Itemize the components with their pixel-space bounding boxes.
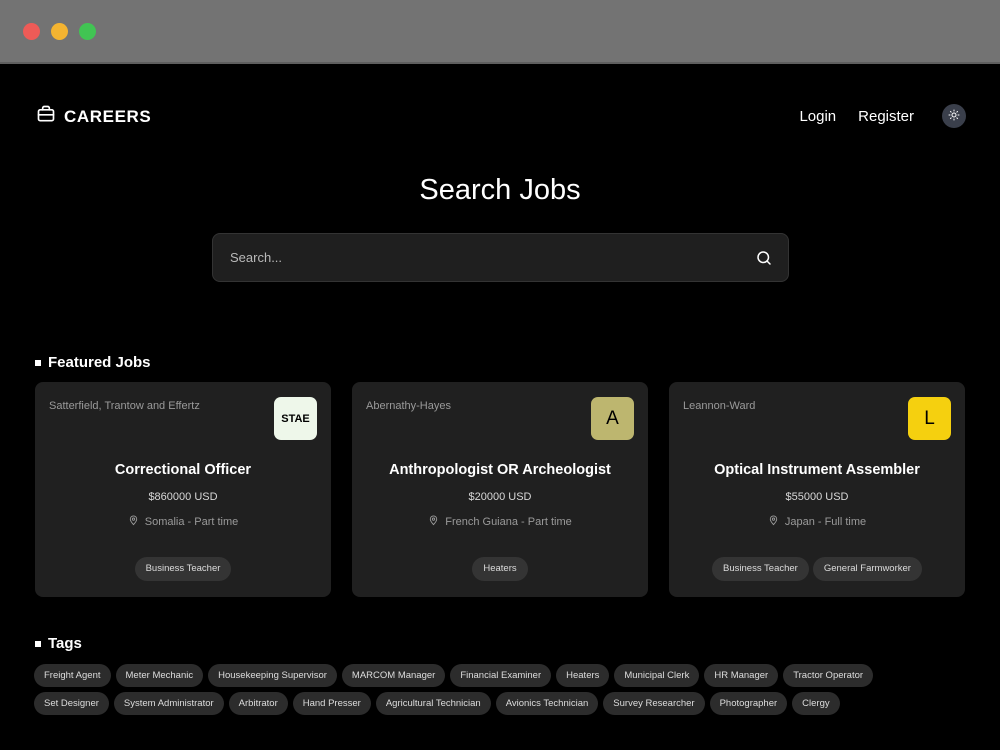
minimize-window-button[interactable] xyxy=(51,23,68,40)
map-pin-icon xyxy=(768,515,779,529)
tag-chip[interactable]: Housekeeping Supervisor xyxy=(208,664,337,687)
company-logo: L xyxy=(908,397,951,440)
login-link[interactable]: Login xyxy=(799,108,836,125)
tag-chip[interactable]: Avionics Technician xyxy=(495,692,599,715)
featured-jobs-heading: Featured Jobs xyxy=(35,354,151,371)
job-title[interactable]: Correctional Officer xyxy=(35,462,331,478)
tag-chip[interactable]: Meter Mechanic xyxy=(115,664,204,687)
search-bar xyxy=(212,233,789,282)
job-tag[interactable]: Business Teacher xyxy=(134,557,232,581)
tags-row: Freight Agent Meter Mechanic Housekeepin… xyxy=(34,664,974,687)
tag-chip[interactable]: Heaters xyxy=(556,664,610,687)
tag-chip[interactable]: Tractor Operator xyxy=(783,664,874,687)
close-window-button[interactable] xyxy=(23,23,40,40)
map-pin-icon xyxy=(428,515,439,529)
square-bullet-icon xyxy=(35,359,41,366)
tags-title: Tags xyxy=(48,635,82,652)
job-location: Somalia - Part time xyxy=(35,515,331,529)
square-bullet-icon xyxy=(35,640,41,647)
tags-row: Set Designer System Administrator Arbitr… xyxy=(34,692,974,715)
job-location-text: Somalia - Part time xyxy=(144,516,239,528)
theme-toggle-button[interactable] xyxy=(942,104,966,128)
tag-chip[interactable]: Photographer xyxy=(709,692,788,715)
tags-list: Freight Agent Meter Mechanic Housekeepin… xyxy=(34,664,974,720)
top-nav: Login Register xyxy=(799,104,966,128)
search-icon[interactable] xyxy=(754,248,774,268)
tag-chip[interactable]: Survey Researcher xyxy=(603,692,705,715)
job-card[interactable]: Abernathy-Hayes A Anthropologist OR Arch… xyxy=(352,382,648,597)
tag-chip[interactable]: Arbitrator xyxy=(228,692,288,715)
brand-logo[interactable]: CAREERS xyxy=(36,104,151,129)
job-title[interactable]: Optical Instrument Assembler xyxy=(669,462,965,478)
tags-heading: Tags xyxy=(35,635,82,652)
job-tag[interactable]: Business Teacher xyxy=(712,557,809,581)
job-tags: Heaters xyxy=(352,557,648,581)
company-name: Leannon-Ward xyxy=(683,400,756,412)
featured-jobs-title: Featured Jobs xyxy=(48,354,151,371)
job-salary: $20000 USD xyxy=(468,491,532,503)
tag-chip[interactable]: Freight Agent xyxy=(34,664,111,687)
company-name: Satterfield, Trantow and Effertz xyxy=(49,400,200,412)
map-pin-icon xyxy=(128,515,139,529)
briefcase-icon xyxy=(36,104,56,129)
tag-chip[interactable]: System Administrator xyxy=(113,692,224,715)
tag-chip[interactable]: MARCOM Manager xyxy=(341,664,446,687)
maximize-window-button[interactable] xyxy=(79,23,96,40)
job-card[interactable]: Satterfield, Trantow and Effertz STAE Co… xyxy=(35,382,331,597)
job-tags: Business Teacher General Farmworker xyxy=(669,557,965,581)
tag-chip[interactable]: Agricultural Technician xyxy=(375,692,491,715)
tag-chip[interactable]: Municipal Clerk xyxy=(614,664,700,687)
job-location: Japan - Full time xyxy=(669,515,965,529)
search-input[interactable] xyxy=(230,250,754,265)
brand-name: CAREERS xyxy=(64,106,152,126)
window-titlebar xyxy=(0,0,1000,64)
register-link[interactable]: Register xyxy=(858,108,914,125)
job-salary: $55000 USD xyxy=(785,491,849,503)
company-logo: STAE xyxy=(274,397,317,440)
job-tag[interactable]: General Farmworker xyxy=(812,557,922,581)
company-name: Abernathy-Hayes xyxy=(366,400,451,412)
company-logo: A xyxy=(591,397,634,440)
job-location-text: French Guiana - Part time xyxy=(445,516,572,528)
job-title[interactable]: Anthropologist OR Archeologist xyxy=(352,462,648,478)
tag-chip[interactable]: Hand Presser xyxy=(292,692,371,715)
page-title: Search Jobs xyxy=(419,174,581,206)
job-tag[interactable]: Heaters xyxy=(472,557,528,581)
tag-chip[interactable]: Set Designer xyxy=(34,692,109,715)
job-location: French Guiana - Part time xyxy=(352,515,648,529)
job-location-text: Japan - Full time xyxy=(784,516,867,528)
tag-chip[interactable]: Financial Examiner xyxy=(450,664,552,687)
sun-icon xyxy=(948,109,960,124)
featured-jobs-list: Satterfield, Trantow and Effertz STAE Co… xyxy=(35,382,965,597)
tag-chip[interactable]: Clergy xyxy=(792,692,840,715)
job-tags: Business Teacher xyxy=(35,557,331,581)
job-card[interactable]: Leannon-Ward L Optical Instrument Assemb… xyxy=(669,382,965,597)
job-salary: $860000 USD xyxy=(148,491,218,503)
page: CAREERS Login Register Search Jobs Featu… xyxy=(0,66,1000,750)
tag-chip[interactable]: HR Manager xyxy=(704,664,779,687)
